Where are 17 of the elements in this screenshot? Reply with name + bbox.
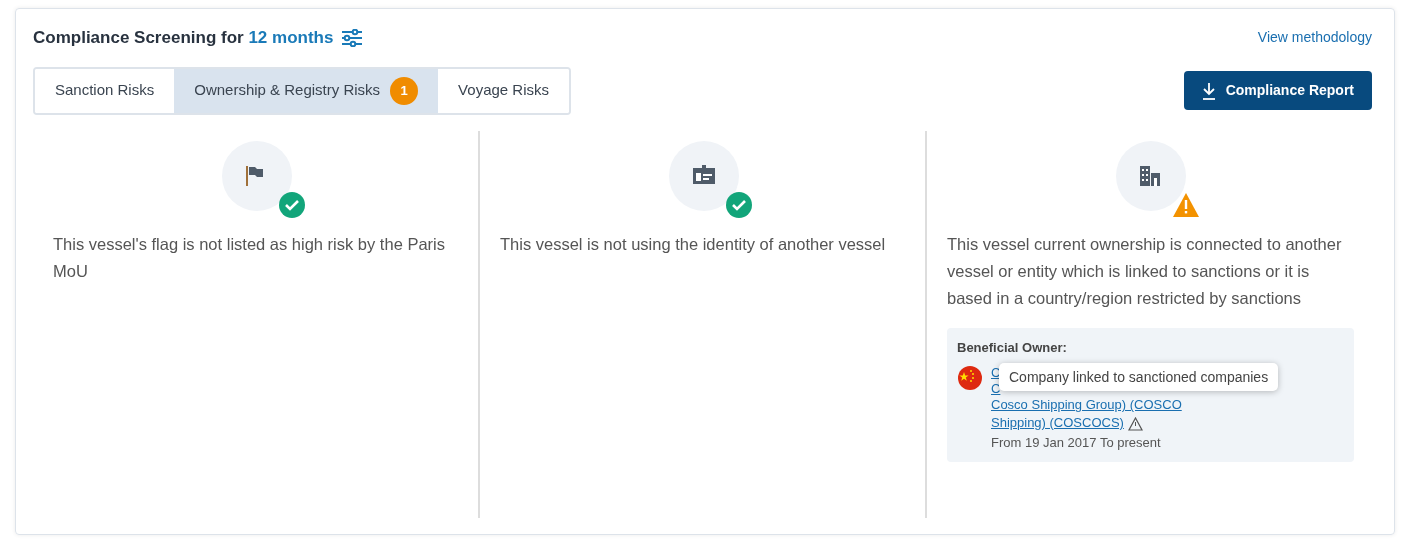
risk-description: This vessel's flag is not listed as high risk by the Paris MoU <box>53 233 446 282</box>
tab[interactable]: Ownership & Registry Risks 1 <box>174 68 439 113</box>
warning-icon <box>1127 416 1143 431</box>
download-icon <box>1201 81 1216 100</box>
compliance-report-button[interactable]: Compliance Report <box>1183 71 1372 110</box>
owner-link[interactable]: Shipping) (COSCOCS) <box>991 415 1124 430</box>
section-title: Compliance Screening for 12 months <box>33 27 334 49</box>
filter-icon[interactable] <box>341 28 364 47</box>
owner-link[interactable]: Cosco Shipping Group) (COSCO <box>991 397 1182 413</box>
view-methodology-link[interactable]: View methodology <box>1257 27 1372 49</box>
count-badge: 1 <box>390 76 419 105</box>
owner-period: From 19 Jan 2017 To present <box>991 433 1162 452</box>
risk-description: This vessel is not using the identity of another vessel <box>500 233 887 255</box>
risk-description: This vessel current ownership is connected to another vessel or entity which is linked to sanctions or it is based in a country/region restricted by sanctions <box>947 233 1343 309</box>
tooltip: Company linked to sanctioned companies <box>999 362 1279 391</box>
flag-icon <box>957 365 983 391</box>
owner-label: Beneficial Owner: <box>957 338 1068 357</box>
